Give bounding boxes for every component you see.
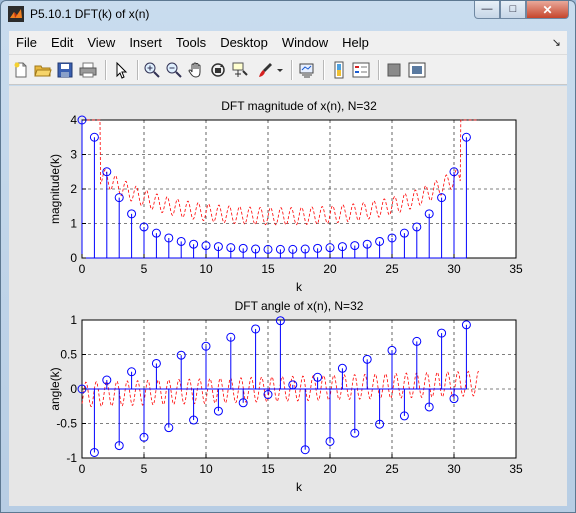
- brush-dropdown-icon[interactable]: [276, 61, 284, 79]
- matlab-icon: [8, 6, 24, 22]
- hide-plot-tools-icon[interactable]: [385, 61, 403, 79]
- colorbar-icon[interactable]: [330, 61, 348, 79]
- menu-insert[interactable]: Insert: [122, 35, 169, 50]
- window-controls: — □ ✕: [474, 1, 569, 19]
- y-tick-label: 0.5: [60, 348, 77, 362]
- magnitude-axes[interactable]: 0 5 10 15 20 25 30 35 0 1 2 3 4 DFT magnitude of x(…: [48, 99, 523, 294]
- title-bar[interactable]: P5.10.1 DFT(k) of x(n) — □ ✕: [1, 1, 575, 28]
- menu-edit[interactable]: Edit: [44, 35, 80, 50]
- y-tick-label: 4: [70, 113, 77, 127]
- figure-canvas[interactable]: 0 5 10 15 20 25 30 35 01234 DFT magnitude of x(…: [9, 86, 567, 506]
- y-tick-label: 0: [70, 382, 77, 396]
- x-tick-label: 20: [323, 462, 337, 476]
- save-icon[interactable]: [56, 61, 74, 79]
- x-tick-label: 35: [509, 462, 523, 476]
- x-tick-label: 0: [79, 462, 86, 476]
- y-axis-label: angle(k): [48, 367, 62, 410]
- menu-view[interactable]: View: [80, 35, 122, 50]
- menu-tools[interactable]: Tools: [169, 35, 213, 50]
- brush-icon[interactable]: [256, 61, 274, 79]
- x-tick-label: 10: [199, 262, 213, 276]
- menu-help[interactable]: Help: [335, 35, 376, 50]
- menu-file[interactable]: File: [9, 35, 44, 50]
- angle-axes[interactable]: 0 5 10 15 20 25 30 35 -1 -0.5 0 0.5 1 DFT angle of …: [48, 299, 523, 494]
- x-axis-label: k: [296, 480, 303, 494]
- close-icon: ✕: [542, 2, 553, 17]
- y-tick-label: -0.5: [56, 417, 77, 431]
- zoom-out-icon[interactable]: [165, 61, 183, 79]
- dock-arrow-icon[interactable]: ↘: [552, 36, 561, 49]
- window-title: P5.10.1 DFT(k) of x(n): [30, 7, 150, 21]
- toolbar-separator: [291, 60, 293, 80]
- menu-bar: File Edit View Insert Tools Desktop Wind…: [9, 31, 567, 55]
- menu-window[interactable]: Window: [275, 35, 335, 50]
- x-tick-label: 5: [141, 262, 148, 276]
- toolbar-separator: [105, 60, 107, 80]
- y-tick-label: 1: [70, 313, 77, 327]
- axes-title: DFT magnitude of x(n), N=32: [221, 99, 377, 113]
- toolbar-separator: [137, 60, 139, 80]
- y-tick-label: 2: [70, 182, 77, 196]
- x-tick-label: 25: [385, 262, 399, 276]
- figure-toolbar: [9, 55, 567, 85]
- open-icon[interactable]: [34, 61, 52, 79]
- maximize-icon: □: [509, 3, 517, 15]
- x-tick-label: 5: [141, 462, 148, 476]
- x-tick-label: 15: [261, 262, 275, 276]
- y-axis-label: magnitude(k): [48, 154, 62, 224]
- minimize-button[interactable]: —: [474, 1, 500, 19]
- x-tick-label: 15: [261, 462, 275, 476]
- close-button[interactable]: ✕: [526, 1, 569, 19]
- axes-title: DFT angle of x(n), N=32: [235, 299, 364, 313]
- menu-desktop[interactable]: Desktop: [213, 35, 275, 50]
- minimize-icon: —: [481, 3, 493, 15]
- x-tick-label: 30: [447, 262, 461, 276]
- plot-canvas[interactable]: 0 5 10 15 20 25 30 35 01234 DFT magnitude of x(…: [9, 86, 567, 506]
- x-tick-label: 20: [323, 262, 337, 276]
- zoom-in-icon[interactable]: [143, 61, 161, 79]
- x-axis-label: k: [296, 280, 303, 294]
- show-plot-tools-icon[interactable]: [408, 61, 426, 79]
- toolbar-separator: [323, 60, 325, 80]
- y-tick-label: 3: [70, 148, 77, 162]
- x-tick-label: 35: [509, 262, 523, 276]
- pan-hand-icon[interactable]: [187, 61, 205, 79]
- y-tick-label: -1: [66, 451, 77, 465]
- legend-icon[interactable]: [352, 61, 370, 79]
- arrow-pointer-icon[interactable]: [112, 61, 130, 79]
- maximize-button[interactable]: □: [500, 1, 526, 19]
- y-tick-label: 1: [70, 217, 77, 231]
- rotate-3d-icon[interactable]: [209, 61, 227, 79]
- data-cursor-icon[interactable]: [231, 61, 249, 79]
- x-tick-label: 30: [447, 462, 461, 476]
- x-tick-label: 0: [79, 262, 86, 276]
- link-plot-icon[interactable]: [298, 61, 316, 79]
- x-tick-label: 25: [385, 462, 399, 476]
- new-figure-icon[interactable]: [12, 61, 30, 79]
- x-tick-label: 10: [199, 462, 213, 476]
- y-tick-label: 0: [70, 251, 77, 265]
- figure-window: P5.10.1 DFT(k) of x(n) — □ ✕ File Edit V…: [0, 0, 576, 513]
- toolbar-separator: [378, 60, 380, 80]
- print-icon[interactable]: [79, 61, 97, 79]
